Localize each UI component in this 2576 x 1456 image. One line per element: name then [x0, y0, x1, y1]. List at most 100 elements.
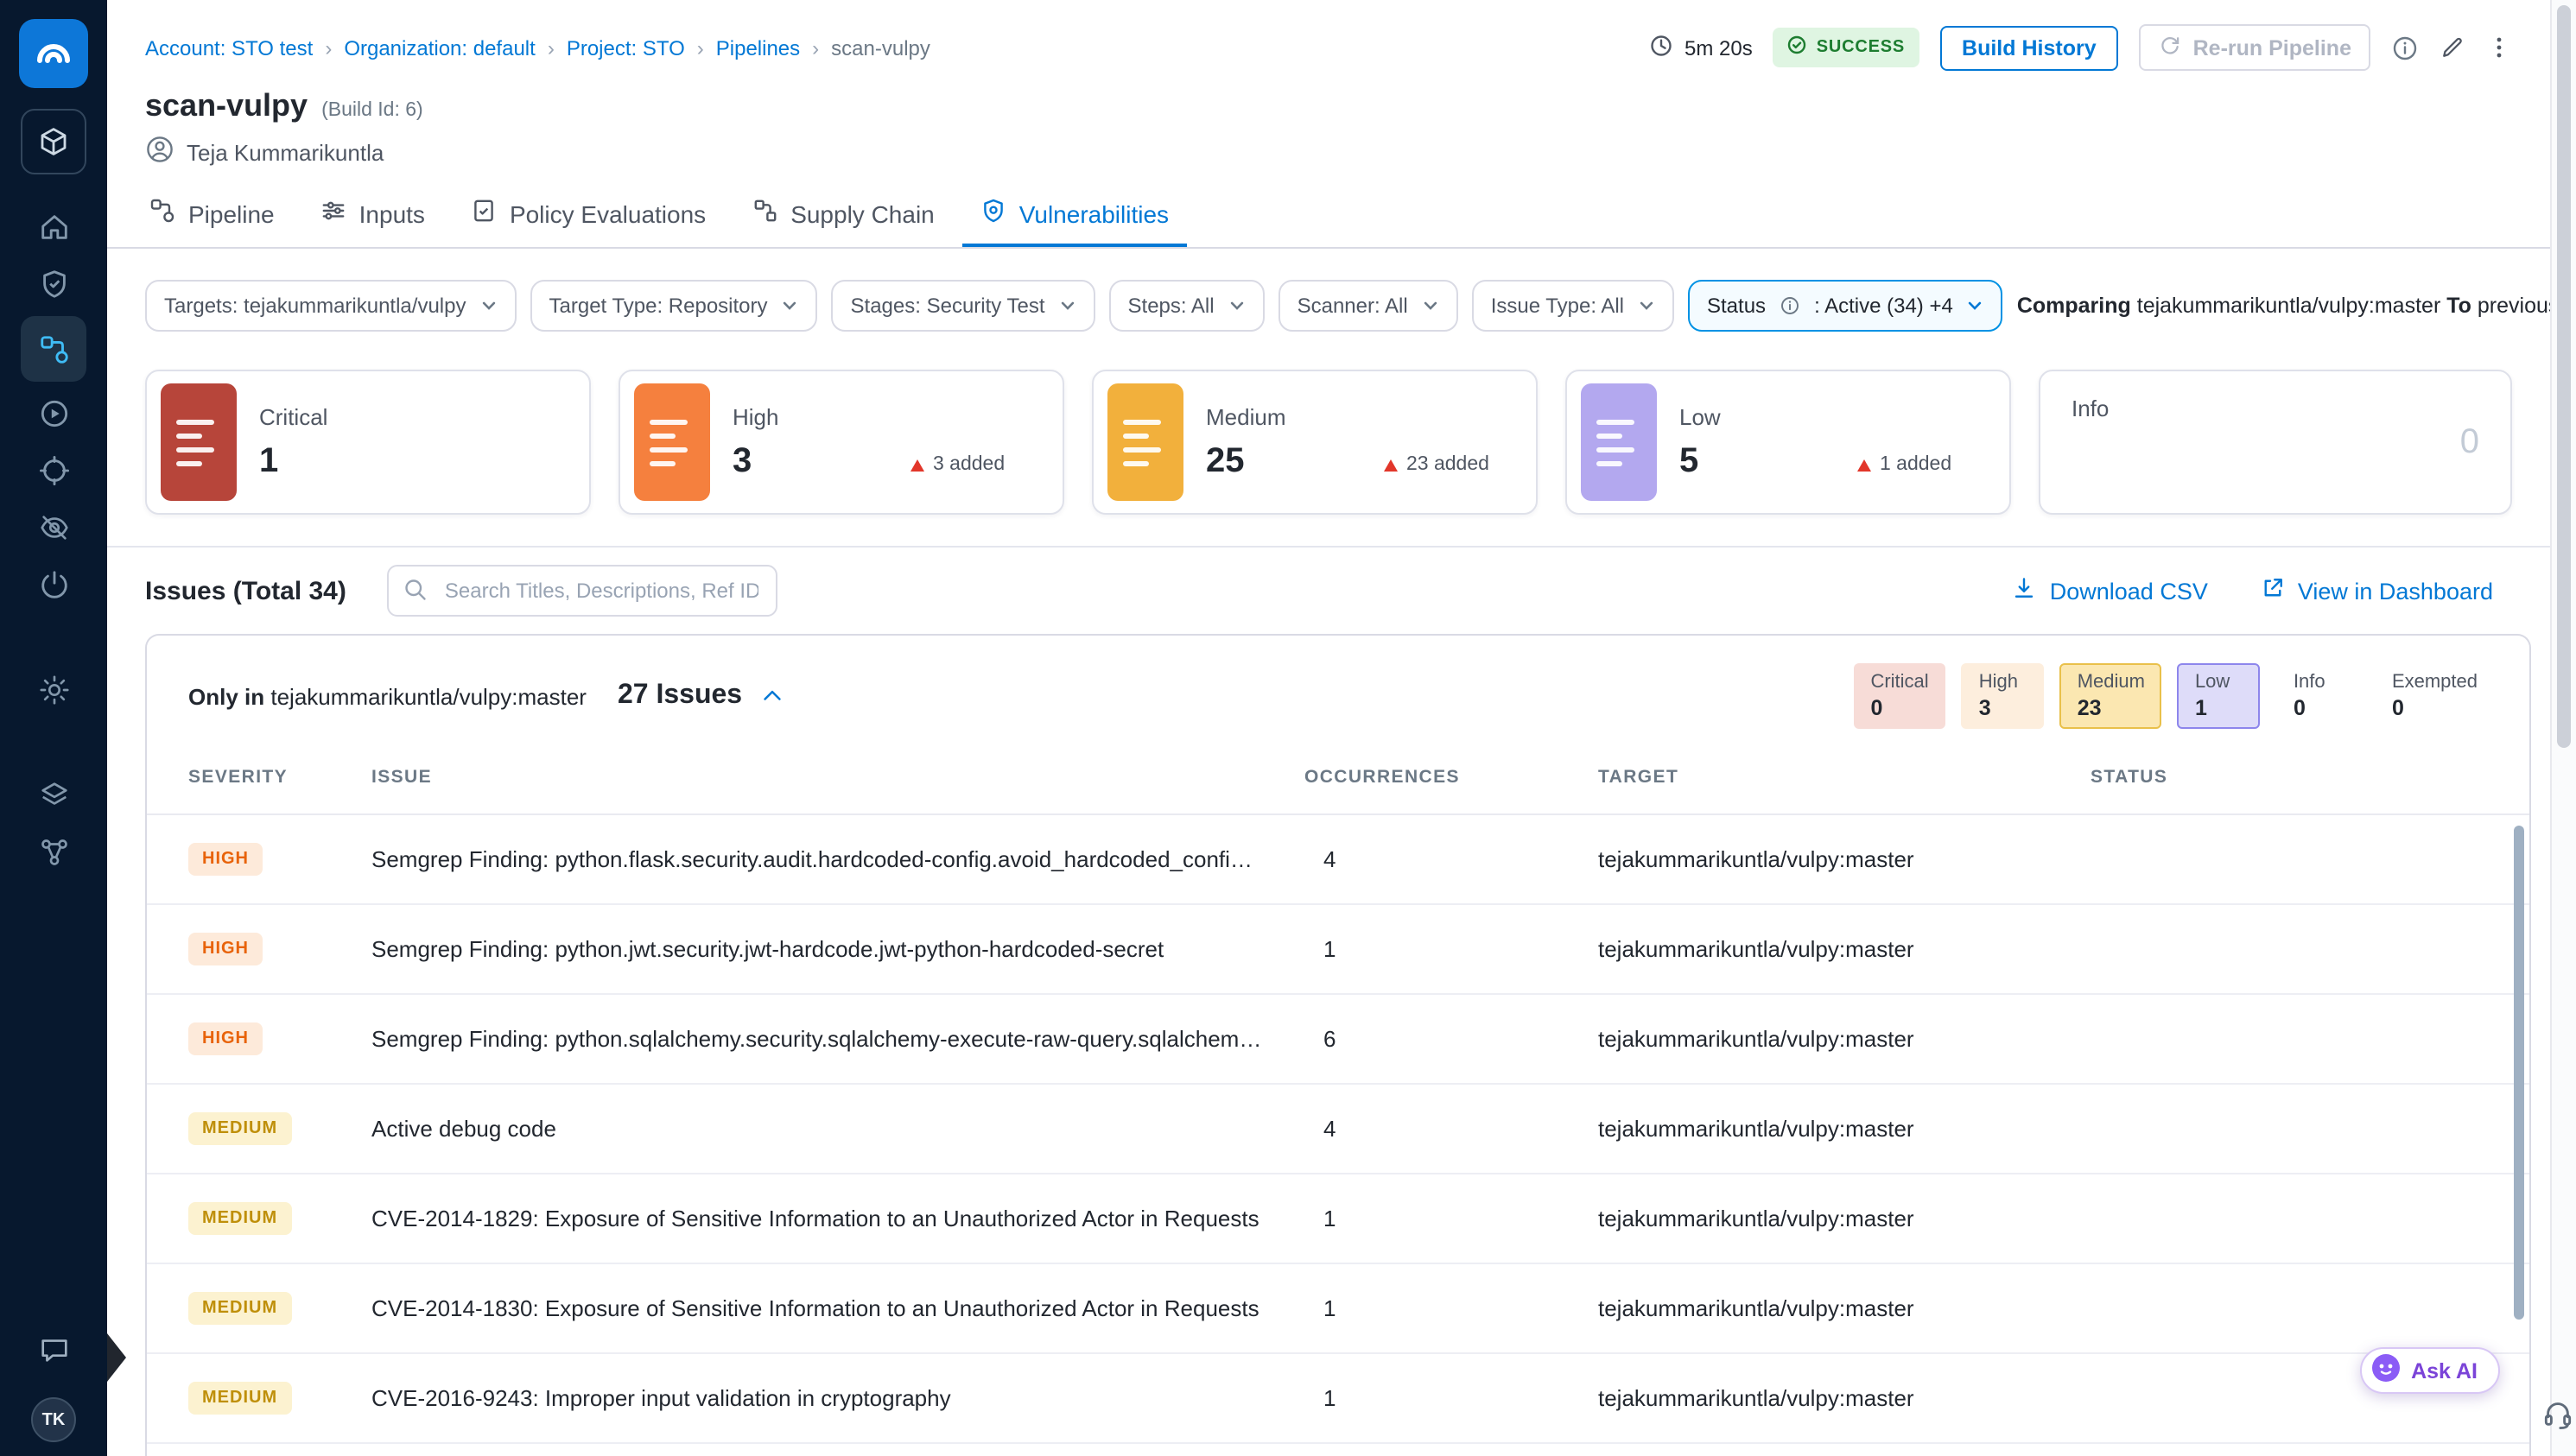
refresh-icon	[2159, 33, 2183, 62]
tab-label: Vulnerabilities	[1019, 199, 1169, 227]
chip-low[interactable]: Low1	[2178, 663, 2261, 729]
severity-badge: MEDIUM	[188, 1292, 291, 1325]
filter-status[interactable]: Status : Active (34) +4	[1688, 280, 2003, 332]
vulnerabilities-tab-icon	[980, 197, 1007, 230]
kebab-menu-icon[interactable]	[2486, 35, 2512, 60]
sidebar-bottom: TK	[31, 1333, 76, 1456]
targets-icon[interactable]	[21, 442, 86, 499]
executions-icon[interactable]	[21, 385, 86, 442]
breadcrumb-project[interactable]: Project: STO	[567, 35, 685, 60]
view-in-dashboard-link[interactable]: View in Dashboard	[2260, 575, 2493, 606]
table-row[interactable]: MEDIUM CVE-2014-1829: Exposure of Sensit…	[147, 1174, 2529, 1264]
chevron-down-icon	[1228, 297, 1246, 314]
user-avatar[interactable]: TK	[31, 1397, 76, 1442]
filter-issue-type[interactable]: Issue Type: All	[1472, 280, 1674, 332]
supply-chain-tab-icon	[751, 197, 778, 230]
power-icon[interactable]	[21, 556, 86, 613]
topbar: Account: STO test › Organization: defaul…	[107, 0, 2576, 71]
layers-icon[interactable]	[21, 767, 86, 824]
tab-supply-chain[interactable]: Supply Chain	[733, 183, 952, 247]
table-row[interactable]: HIGH Semgrep Finding: python.flask.secur…	[147, 815, 2529, 905]
check-circle-icon	[1787, 35, 1808, 60]
chip-critical[interactable]: Critical0	[1853, 663, 1945, 729]
tab-pipeline[interactable]: Pipeline	[131, 183, 292, 247]
build-history-button[interactable]: Build History	[1939, 25, 2119, 70]
delta-up-icon	[1857, 459, 1871, 471]
delta-up-icon	[1384, 459, 1398, 471]
breadcrumb-org[interactable]: Organization: default	[344, 35, 536, 60]
inputs-tab-icon	[320, 197, 347, 230]
card-high[interactable]: High 3 3 added	[619, 370, 1064, 515]
delta-text: 3 added	[933, 454, 1005, 475]
table-row[interactable]: MEDIUM CVE-2016-9243: Improper input val…	[147, 1354, 2529, 1444]
breadcrumb-separator: ›	[548, 35, 555, 60]
target-value: tejakummarikuntla/vulpy:master	[1598, 1385, 2091, 1411]
table-row[interactable]: HIGH Semgrep Finding: python.jwt.securit…	[147, 905, 2529, 995]
chip-info[interactable]: Info0	[2276, 663, 2359, 729]
tab-vulnerabilities[interactable]: Vulnerabilities	[962, 183, 1186, 247]
eye-off-icon[interactable]	[21, 499, 86, 556]
tab-policy-evaluations[interactable]: Policy Evaluations	[453, 183, 723, 247]
ask-ai-button[interactable]: Ask AI	[2359, 1347, 2500, 1394]
rerun-pipeline-button[interactable]: Re-run Pipeline	[2140, 24, 2370, 71]
modules-cube-icon[interactable]	[21, 109, 86, 174]
info-icon[interactable]	[2391, 34, 2419, 61]
chip-label: Low	[2195, 672, 2243, 693]
tab-inputs[interactable]: Inputs	[302, 183, 442, 247]
target-value: tejakummarikuntla/vulpy:master	[1598, 1026, 2091, 1052]
network-icon[interactable]	[21, 824, 86, 881]
sidebar-expand-handle[interactable]	[107, 1333, 126, 1382]
critical-severity-icon	[161, 383, 237, 501]
target-value: tejakummarikuntla/vulpy:master	[1598, 1116, 2091, 1142]
filter-target-type[interactable]: Target Type: Repository	[530, 280, 818, 332]
table-row[interactable]: MEDIUM Active debug code 4 tejakummariku…	[147, 1085, 2529, 1174]
filter-steps[interactable]: Steps: All	[1109, 280, 1265, 332]
issues-actions: Download CSV View in Dashboard	[2012, 575, 2493, 606]
table-row[interactable]: MEDIUM	[147, 1444, 2529, 1456]
download-csv-link[interactable]: Download CSV	[2012, 575, 2208, 606]
chevron-down-icon	[1059, 297, 1076, 314]
card-medium[interactable]: Medium 25 23 added	[1092, 370, 1538, 515]
collapse-chevron-up-icon[interactable]	[759, 684, 784, 708]
tab-label: Policy Evaluations	[510, 199, 706, 227]
filter-targets[interactable]: Targets: tejakummarikuntla/vulpy	[145, 280, 517, 332]
search-input[interactable]	[388, 565, 778, 617]
severity-badge: HIGH	[188, 933, 263, 965]
support-headset-icon[interactable]	[2541, 1397, 2574, 1439]
filter-label: Scanner: All	[1298, 294, 1408, 318]
issue-title: CVE-2014-1829: Exposure of Sensitive Inf…	[371, 1206, 1304, 1231]
col-status: STATUS	[2091, 767, 2488, 788]
severity-badge: HIGH	[188, 843, 263, 876]
table-scrollbar-thumb[interactable]	[2514, 826, 2524, 1320]
card-low[interactable]: Low 5 1 added	[1565, 370, 2011, 515]
card-info[interactable]: Info 0	[2039, 370, 2512, 515]
home-icon[interactable]	[21, 199, 86, 256]
filter-stages[interactable]: Stages: Security Test	[832, 280, 1095, 332]
breadcrumb-pipelines[interactable]: Pipelines	[716, 35, 800, 60]
chip-medium[interactable]: Medium23	[2060, 663, 2162, 729]
severity-badge: MEDIUM	[188, 1382, 291, 1415]
issue-title: Semgrep Finding: python.flask.security.a…	[371, 846, 1304, 872]
edit-icon[interactable]	[2440, 35, 2465, 60]
filter-scanner[interactable]: Scanner: All	[1278, 280, 1458, 332]
table-header-row: SEVERITY ISSUE OCCURRENCES TARGET STATUS	[147, 763, 2529, 815]
table-row[interactable]: MEDIUM CVE-2014-1830: Exposure of Sensit…	[147, 1264, 2529, 1354]
ask-ai-icon	[2370, 1352, 2401, 1389]
chat-icon[interactable]	[37, 1333, 70, 1375]
pipelines-icon[interactable]	[21, 316, 86, 382]
page-scrollbar-thumb[interactable]	[2557, 5, 2571, 748]
card-count: 25	[1206, 441, 1286, 481]
table-row[interactable]: HIGH Semgrep Finding: python.sqlalchemy.…	[147, 995, 2529, 1085]
shield-icon[interactable]	[21, 256, 86, 313]
card-critical[interactable]: Critical 1	[145, 370, 591, 515]
filter-status-label: Status	[1707, 294, 1766, 318]
breadcrumb-account[interactable]: Account: STO test	[145, 35, 313, 60]
harness-logo[interactable]	[19, 19, 88, 88]
sidebar: TK	[0, 0, 107, 1456]
chip-high[interactable]: High3	[1962, 663, 2045, 729]
occurrences-value: 1	[1304, 1206, 1598, 1231]
chip-label: High	[1979, 672, 2027, 693]
settings-icon[interactable]	[21, 662, 86, 719]
chip-exempted[interactable]: Exempted0	[2375, 663, 2495, 729]
page-scrollbar-track[interactable]	[2550, 0, 2576, 1456]
